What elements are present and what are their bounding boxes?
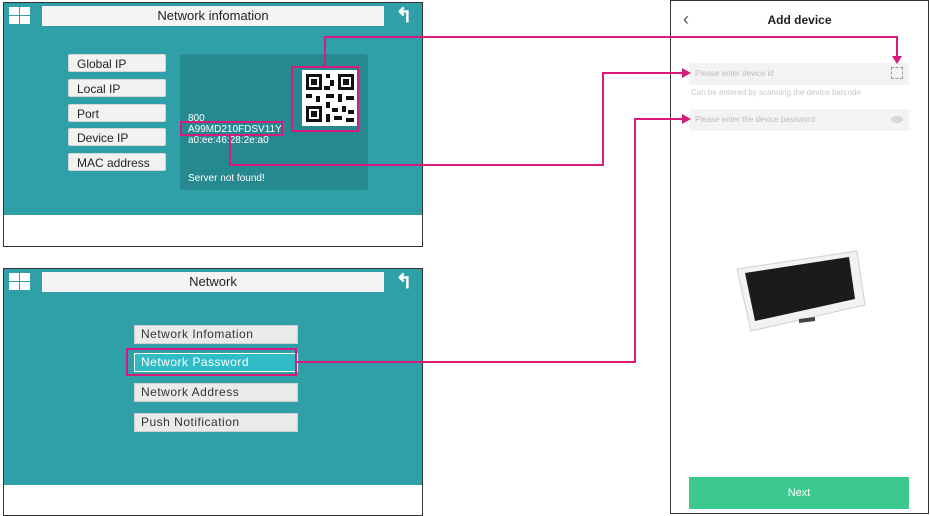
qr-highlight-box [291, 66, 359, 132]
eye-icon[interactable] [891, 116, 903, 123]
connector-line [296, 361, 636, 363]
next-button-label: Next [787, 487, 811, 499]
connector-line [324, 36, 326, 67]
back-button[interactable]: ↰ [390, 271, 418, 293]
global-ip-button[interactable]: Global IP [68, 54, 166, 72]
teal-background [4, 269, 422, 485]
tablet-device-image [729, 247, 869, 342]
port-button[interactable]: Port [68, 104, 166, 122]
page-title: Add device [767, 13, 832, 27]
mac-address-button[interactable]: MAC address [68, 153, 166, 171]
device-id-highlight-box [180, 121, 283, 136]
home-button[interactable] [8, 6, 32, 26]
arrow-head [682, 68, 691, 78]
title-bar: Network ↰ [4, 269, 422, 295]
network-screen: Network ↰ Network Infomation Network Pas… [3, 268, 423, 516]
connector-line [602, 72, 684, 74]
arrow-head [682, 114, 691, 124]
device-password-input[interactable]: Please enter the device password [689, 109, 909, 131]
network-address-button[interactable]: Network Address [134, 383, 298, 402]
device-id-placeholder: Please enter device id [695, 69, 774, 78]
device-id-input[interactable]: Please enter device id [689, 63, 909, 85]
network-information-button[interactable]: Network Infomation [134, 325, 298, 344]
home-button[interactable] [8, 272, 32, 292]
return-arrow-icon: ↰ [395, 271, 413, 293]
return-arrow-icon: ↰ [395, 5, 413, 27]
local-ip-button[interactable]: Local IP [68, 79, 166, 97]
scan-frame-icon[interactable] [891, 67, 903, 79]
connector-line [634, 118, 684, 120]
connector-line [602, 72, 604, 166]
network-password-highlight-box [126, 348, 297, 376]
title-bar: Network infomation ↰ [4, 3, 422, 29]
server-status: Server not found! [188, 173, 265, 184]
scan-hint: Can be entered by scanning the device ba… [691, 88, 861, 97]
device-ip-button[interactable]: Device IP [68, 128, 166, 146]
connector-line [896, 36, 898, 58]
back-button[interactable]: ↰ [390, 5, 418, 27]
screen-title: Network [42, 272, 384, 292]
arrow-head [892, 56, 902, 64]
push-notification-button[interactable]: Push Notification [134, 413, 298, 432]
screen-title: Network infomation [42, 6, 384, 26]
device-password-placeholder: Please enter the device password [695, 115, 816, 124]
connector-line [634, 118, 636, 363]
connector-line [324, 36, 898, 38]
add-device-phone-screen: ‹ Add device Please enter device id Can … [670, 0, 929, 514]
next-button[interactable]: Next [689, 477, 909, 509]
connector-line [229, 164, 604, 166]
connector-line [229, 136, 231, 166]
